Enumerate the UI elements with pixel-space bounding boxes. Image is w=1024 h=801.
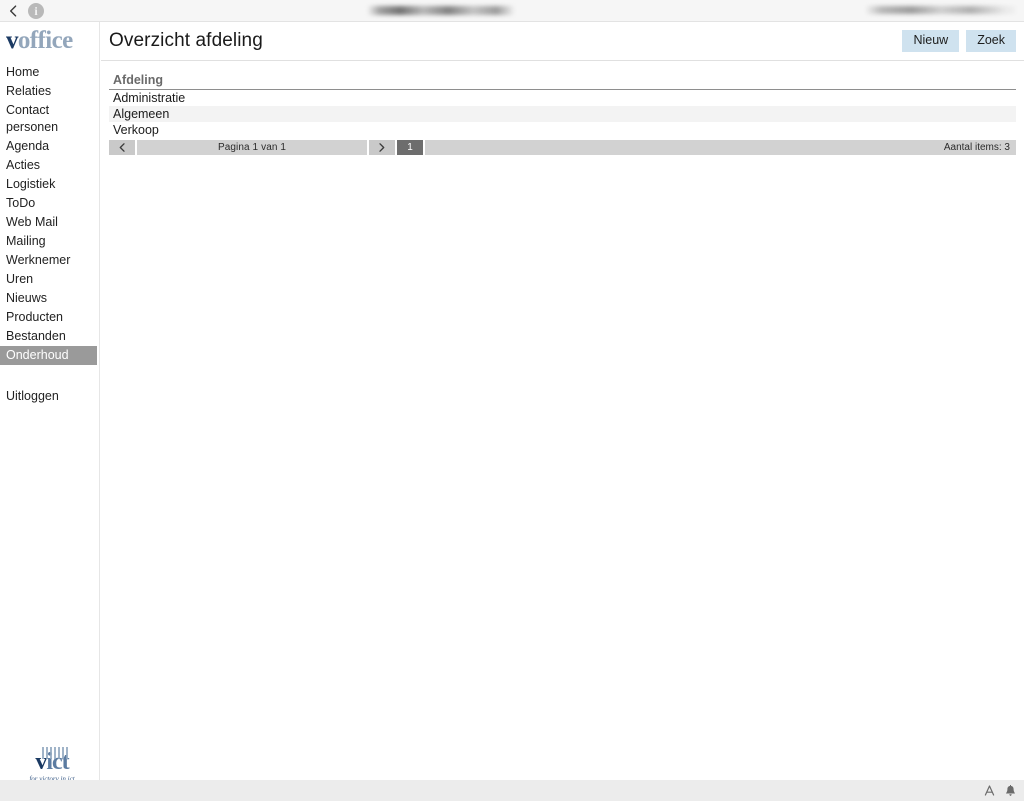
footer-bar xyxy=(0,780,1024,801)
info-icon-glyph: i xyxy=(34,3,38,18)
sidebar-item-werknemer[interactable]: Werknemer xyxy=(0,251,99,270)
sidebar-item-uren[interactable]: Uren xyxy=(0,270,99,289)
sidebar-item-todo[interactable]: ToDo xyxy=(0,194,99,213)
sidebar-item-mailing[interactable]: Mailing xyxy=(0,232,99,251)
sidebar-item-uitloggen[interactable]: Uitloggen xyxy=(0,387,99,406)
cell-afdeling[interactable]: Algemeen xyxy=(109,106,1016,122)
table-header-row: Afdeling xyxy=(109,73,1016,90)
sidebar-item-webmail[interactable]: Web Mail xyxy=(0,213,99,232)
vict-logo-bars xyxy=(42,747,70,759)
font-size-icon[interactable] xyxy=(984,785,995,796)
sidebar-item-onderhoud[interactable]: Onderhoud xyxy=(0,346,97,365)
main-content: Overzicht afdeling Nieuw Zoek Afdeling A… xyxy=(101,22,1024,780)
afdeling-table: Afdeling Administratie Algemeen Verkoop xyxy=(109,73,1016,138)
search-button[interactable]: Zoek xyxy=(966,29,1016,53)
column-header-afdeling[interactable]: Afdeling xyxy=(109,73,1016,90)
voffice-logo[interactable]: voffice xyxy=(6,28,99,53)
page-number-1[interactable]: 1 xyxy=(397,140,423,155)
table-container: Afdeling Administratie Algemeen Verkoop xyxy=(101,61,1024,155)
redacted-page-title xyxy=(368,6,514,15)
sidebar: voffice Home Relaties Contact personen A… xyxy=(0,22,100,801)
table-row[interactable]: Verkoop xyxy=(109,122,1016,138)
sidebar-item-producten[interactable]: Producten xyxy=(0,308,99,327)
sidebar-item-contactpersonen[interactable]: Contact personen xyxy=(0,101,99,137)
chevron-left-icon[interactable] xyxy=(109,140,135,155)
sidebar-item-bestanden[interactable]: Bestanden xyxy=(0,327,99,346)
sidebar-item-acties[interactable]: Acties xyxy=(0,156,99,175)
sidebar-item-relaties[interactable]: Relaties xyxy=(0,82,99,101)
item-count-label: Aantal items: 3 xyxy=(943,142,1010,153)
voffice-logo-rest: office xyxy=(17,27,73,54)
voffice-logo-v: v xyxy=(6,27,19,54)
cell-afdeling[interactable]: Verkoop xyxy=(109,122,1016,138)
table-row[interactable]: Administratie xyxy=(109,90,1016,107)
chevron-right-icon[interactable] xyxy=(369,140,395,155)
page-header: Overzicht afdeling Nieuw Zoek xyxy=(101,22,1024,61)
sidebar-item-logistiek[interactable]: Logistiek xyxy=(0,175,99,194)
vict-logo: vict for victory in ict xyxy=(22,747,82,783)
sidebar-item-agenda[interactable]: Agenda xyxy=(0,137,99,156)
redacted-address-field xyxy=(866,6,1016,14)
bell-icon[interactable] xyxy=(1005,784,1016,797)
header-actions: Nieuw Zoek xyxy=(902,29,1016,53)
cell-afdeling[interactable]: Administratie xyxy=(109,90,1016,107)
table-body: Administratie Algemeen Verkoop xyxy=(109,90,1016,139)
sidebar-item-home[interactable]: Home xyxy=(0,63,99,82)
page-title: Overzicht afdeling xyxy=(109,30,263,51)
sidebar-nav: Home Relaties Contact personen Agenda Ac… xyxy=(0,63,99,406)
pagination-filler: Aantal items: 3 xyxy=(425,140,1016,155)
sidebar-item-nieuws[interactable]: Nieuws xyxy=(0,289,99,308)
new-button[interactable]: Nieuw xyxy=(902,29,960,53)
table-head: Afdeling xyxy=(109,73,1016,90)
pagination-bar: Pagina 1 van 1 1 Aantal items: 3 xyxy=(109,140,1016,155)
page-indicator: Pagina 1 van 1 xyxy=(137,140,367,155)
info-circle-icon[interactable]: i xyxy=(28,2,44,19)
table-row[interactable]: Algemeen xyxy=(109,106,1016,122)
browser-chrome-bar: i xyxy=(0,0,1024,22)
chevron-left-icon[interactable] xyxy=(0,0,26,22)
